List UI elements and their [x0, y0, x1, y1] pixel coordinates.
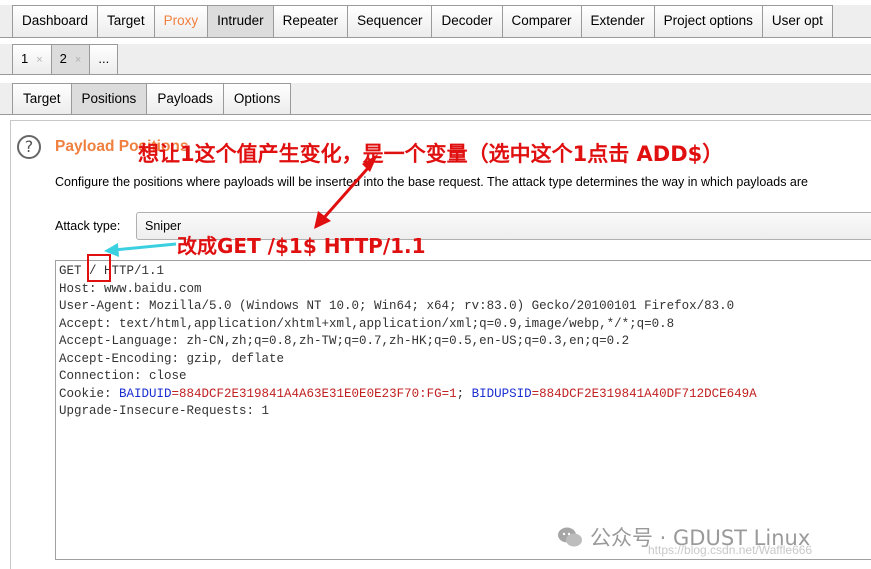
tab-decoder[interactable]: Decoder: [431, 5, 503, 37]
cookie-value: =884DCF2E319841A4A63E31E0E0E23F70:FG=1: [171, 386, 457, 401]
section-description: Configure the positions where payloads w…: [55, 175, 808, 189]
cookie-name: BAIDUID: [119, 386, 172, 401]
cookie-value: =884DCF2E319841A40DF712DCE649A: [531, 386, 757, 401]
subtab-positions[interactable]: Positions: [70, 83, 148, 114]
attack-tab-bar: 1 × 2 × ...: [0, 44, 871, 75]
intruder-sub-tab-bar: Target Positions Payloads Options: [0, 83, 871, 115]
highlight-box: [87, 254, 111, 282]
tab-intruder[interactable]: Intruder: [207, 5, 274, 37]
tab-extender[interactable]: Extender: [580, 5, 655, 37]
request-header-accept: Accept: text/html,application/xhtml+xml,…: [59, 316, 675, 331]
tab-dashboard[interactable]: Dashboard: [12, 5, 99, 37]
tab-target[interactable]: Target: [97, 5, 155, 37]
close-icon[interactable]: ×: [36, 54, 42, 66]
request-header-user-agent: User-Agent: Mozilla/5.0 (Windows NT 10.0…: [59, 299, 735, 313]
subtab-payloads[interactable]: Payloads: [146, 83, 224, 114]
cookie-name: BIDUPSID: [471, 386, 532, 401]
help-icon[interactable]: ?: [17, 135, 41, 159]
request-header-accept-encoding: Accept-Encoding: gzip, deflate: [59, 351, 285, 366]
request-header-accept-language: Accept-Language: zh-CN,zh;q=0.8,zh-TW;q=…: [59, 334, 630, 348]
annotation-top: 想让1这个值产生变化，是一个变量（选中这个1点击 ADD$）: [138, 142, 724, 166]
annotation-mid: 改成GET /$1$ HTTP/1.1: [177, 234, 426, 258]
main-tab-bar: Dashboard Target Proxy Intruder Repeater…: [0, 5, 871, 38]
attack-tab-2[interactable]: 2 ×: [50, 44, 91, 74]
tab-comparer[interactable]: Comparer: [501, 5, 582, 37]
close-icon[interactable]: ×: [75, 54, 81, 66]
tab-repeater[interactable]: Repeater: [272, 5, 349, 37]
cookie-separator: ;: [456, 386, 472, 401]
request-header-host: Host: www.baidu.com: [59, 281, 202, 296]
attack-type-label: Attack type:: [55, 219, 121, 233]
wechat-icon: [558, 527, 582, 547]
tab-user-options[interactable]: User opt: [761, 5, 833, 37]
tab-project-options[interactable]: Project options: [653, 5, 763, 37]
attack-tab-label: 1: [21, 51, 29, 66]
attack-tab-label: 2: [59, 51, 67, 66]
request-header-upgrade-insecure: Upgrade-Insecure-Requests: 1: [59, 404, 270, 418]
tab-proxy[interactable]: Proxy: [153, 5, 209, 37]
cookie-prefix: Cookie:: [59, 386, 120, 401]
tab-sequencer[interactable]: Sequencer: [347, 5, 433, 37]
subtab-options[interactable]: Options: [222, 83, 292, 114]
attack-tab-1[interactable]: 1 ×: [12, 44, 52, 74]
request-header-connection: Connection: close: [59, 369, 187, 383]
subtab-target[interactable]: Target: [12, 83, 72, 114]
request-header-cookie: Cookie: BAIDUID=884DCF2E319841A4A63E31E0…: [59, 386, 871, 404]
request-editor[interactable]: GET / HTTP/1.1 Host: www.baidu.com User-…: [55, 260, 871, 560]
new-attack-tab-button[interactable]: ...: [89, 44, 119, 74]
request-line: GET / HTTP/1.1: [59, 264, 165, 278]
watermark-url: https://blog.csdn.net/Waffle666: [648, 543, 813, 557]
